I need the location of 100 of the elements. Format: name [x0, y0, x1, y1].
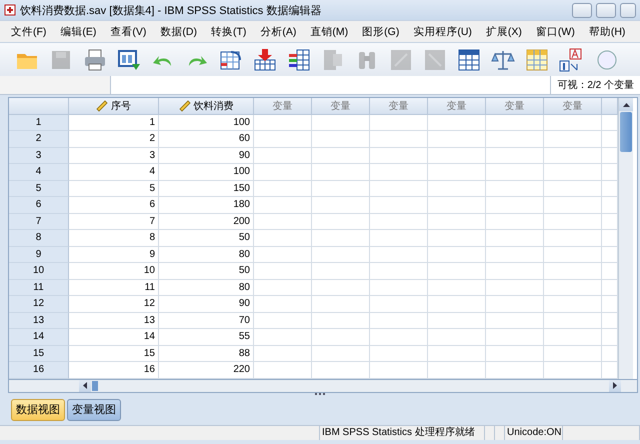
menu-item[interactable]: 分析(A) [253, 24, 304, 38]
table-cell: 16 [69, 362, 159, 378]
table-cell [254, 362, 312, 378]
right-arrow-icon[interactable] [613, 382, 617, 389]
row-header[interactable]: 13 [9, 312, 69, 329]
table-cell [254, 230, 312, 246]
row-header[interactable]: 3 [9, 148, 69, 164]
row-header[interactable]: 11 [9, 280, 69, 296]
row-header[interactable]: 16 [9, 362, 69, 378]
column-header[interactable]: 变量 [370, 98, 428, 114]
menu-item[interactable]: 图形(G) [355, 24, 406, 38]
table-cell [254, 312, 312, 329]
table-cell [312, 164, 370, 180]
column-header[interactable]: 变量 [544, 98, 602, 114]
menu-item[interactable]: 编辑(E) [53, 24, 104, 38]
column-header[interactable]: 变量 [312, 98, 370, 114]
menu-item[interactable]: 数据(D) [153, 24, 204, 38]
table-cell [370, 296, 428, 312]
table-cell [486, 312, 544, 329]
table-cell: 200 [159, 214, 254, 230]
menu-item[interactable]: 实用程序(U) [406, 24, 479, 38]
table-cell: 60 [159, 131, 254, 148]
table-cell [254, 114, 312, 131]
left-arrow-icon[interactable] [83, 382, 87, 389]
printer-icon[interactable] [82, 46, 108, 72]
view-tab[interactable]: 变量视图 [67, 398, 121, 420]
table-cell [254, 346, 312, 362]
cell-name-field[interactable] [0, 76, 111, 94]
letter-number-icon[interactable] [558, 46, 584, 72]
row-header[interactable]: 2 [9, 131, 69, 148]
row-header[interactable]: 9 [9, 246, 69, 263]
table-icon[interactable] [456, 46, 482, 72]
table-cell [544, 197, 602, 214]
up-arrow-icon[interactable] [622, 102, 630, 106]
table-cell [486, 114, 544, 131]
scrollbar-thumb[interactable] [92, 380, 98, 390]
horizontal-scrollbar[interactable] [8, 380, 638, 392]
row-header[interactable]: 10 [9, 263, 69, 280]
menu-item[interactable]: 窗口(W) [528, 24, 582, 38]
table-cell [254, 296, 312, 312]
table-cell [428, 148, 486, 164]
row-header[interactable]: 5 [9, 180, 69, 197]
table-cell [544, 148, 602, 164]
row-header[interactable]: 1 [9, 114, 69, 131]
row-header[interactable]: 6 [9, 197, 69, 214]
table-cell [254, 280, 312, 296]
column-header[interactable]: 变量 [254, 98, 312, 114]
table-cell [370, 131, 428, 148]
corner-cell[interactable] [9, 98, 69, 114]
row-header[interactable]: 12 [9, 296, 69, 312]
menu-item[interactable]: 扩展(X) [478, 24, 529, 38]
table-cell [312, 312, 370, 329]
table-cell [312, 214, 370, 230]
table-cell: 12 [69, 296, 159, 312]
column-header[interactable]: 变量 [486, 98, 544, 114]
table-cell [428, 214, 486, 230]
table-cell [312, 296, 370, 312]
table-cell: 80 [159, 246, 254, 263]
menu-item[interactable]: 帮助(H) [582, 24, 632, 38]
row-header[interactable]: 8 [9, 230, 69, 246]
table-cell: 100 [159, 164, 254, 180]
menu-item[interactable]: 直销(M) [303, 24, 356, 38]
minimize-button[interactable] [572, 2, 592, 18]
column-header[interactable]: 饮料消费 [159, 98, 254, 114]
table-cell [486, 346, 544, 362]
column-header[interactable]: 变量 [428, 98, 486, 114]
table-cell [486, 280, 544, 296]
menu-item[interactable]: 查看(V) [103, 24, 154, 38]
table-cell [428, 246, 486, 263]
table-cell [370, 180, 428, 197]
table-cell [544, 246, 602, 263]
column-header[interactable] [602, 98, 618, 114]
vertical-scrollbar[interactable] [618, 98, 633, 378]
table-cell: 180 [159, 197, 254, 214]
table-cell [544, 346, 602, 362]
table-cell [254, 148, 312, 164]
column-header[interactable]: 序号 [69, 98, 159, 114]
row-header[interactable]: 14 [9, 329, 69, 346]
table-cell: 10 [69, 263, 159, 280]
table-cell [254, 164, 312, 180]
table-cell [428, 296, 486, 312]
menu-item[interactable]: 转换(T) [204, 24, 254, 38]
menu-item[interactable]: 文件(F) [4, 24, 54, 38]
view-tab[interactable]: 数据视图 [11, 398, 65, 420]
close-button[interactable] [620, 2, 636, 18]
table-cell: 13 [69, 312, 159, 329]
table-cell: 220 [159, 362, 254, 378]
row-header[interactable]: 4 [9, 164, 69, 180]
table-cell [428, 312, 486, 329]
scrollbar-thumb[interactable] [620, 112, 632, 152]
row-header[interactable]: 15 [9, 346, 69, 362]
table-cell [312, 362, 370, 378]
table-cell: 7 [69, 214, 159, 230]
row-header[interactable]: 7 [9, 214, 69, 230]
maximize-button[interactable] [596, 2, 616, 18]
insert-row-icon[interactable] [252, 46, 278, 72]
splitter-handle[interactable] [315, 393, 325, 397]
cell-value-field[interactable] [111, 76, 550, 94]
insert-column-icon[interactable] [286, 46, 312, 72]
table-cell: 6 [69, 197, 159, 214]
